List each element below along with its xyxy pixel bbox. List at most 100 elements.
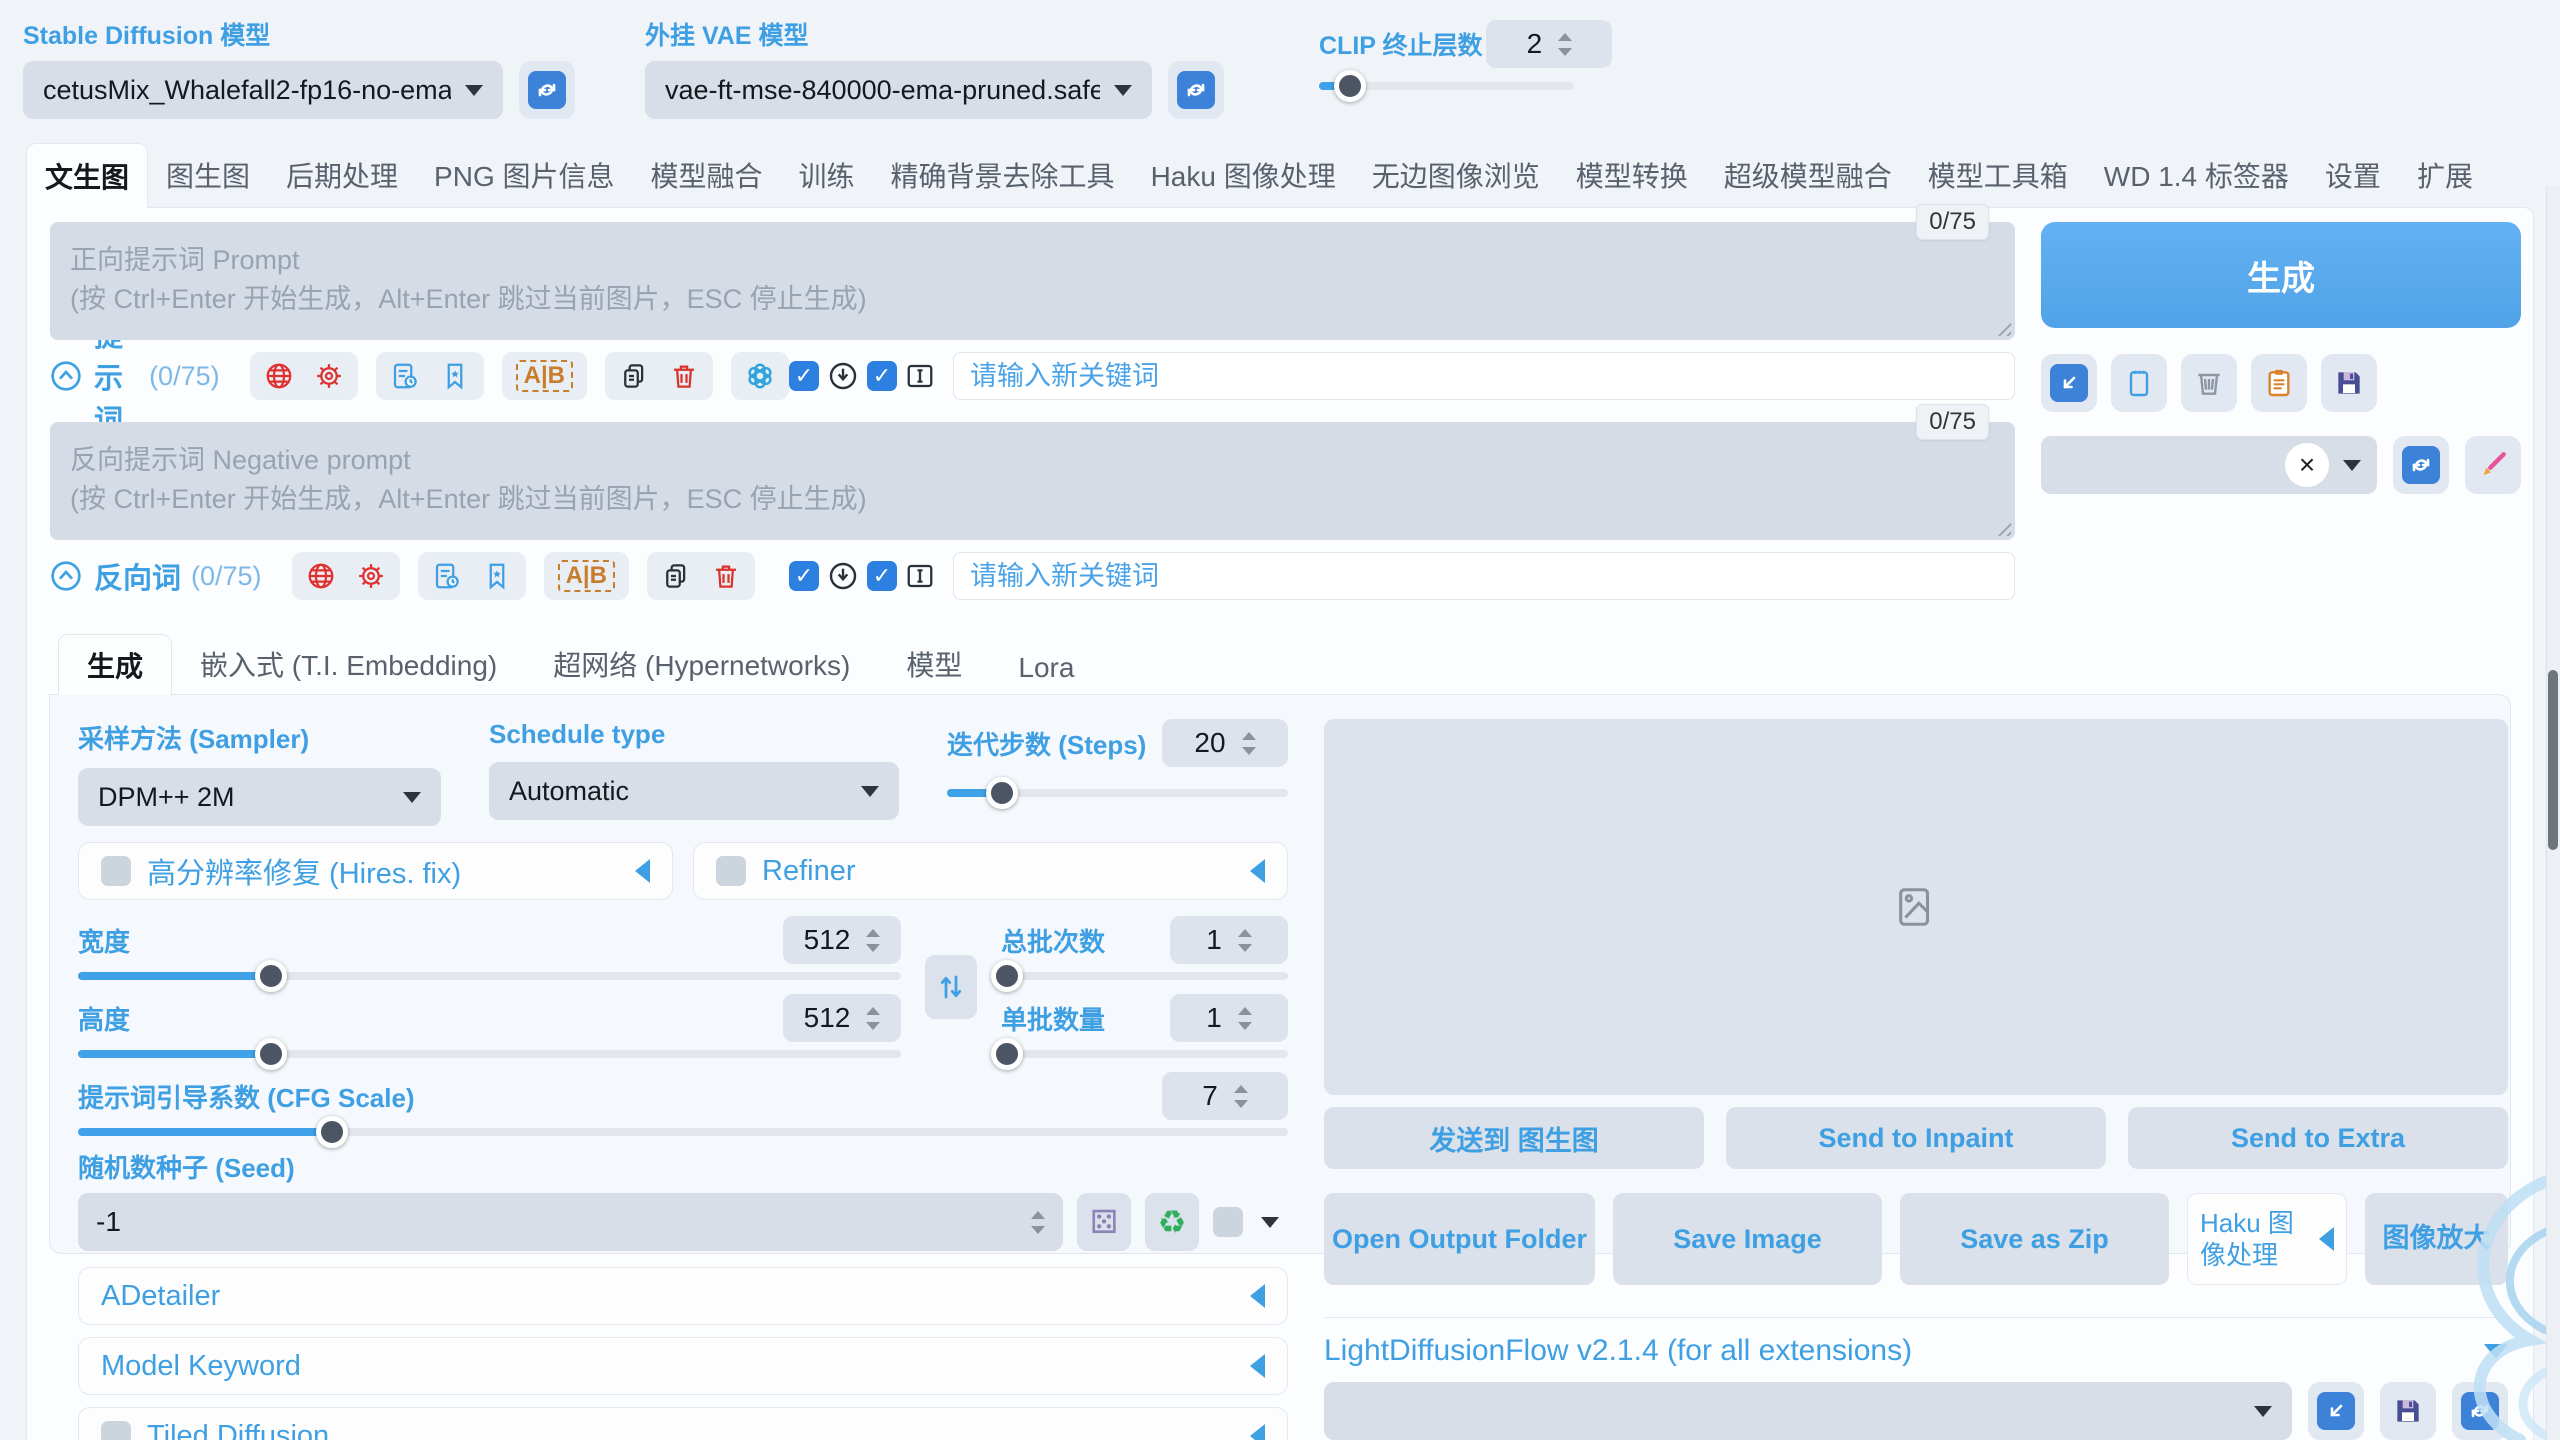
swap-dimensions-button[interactable]: [925, 955, 977, 1019]
globe-icon[interactable]: [306, 561, 336, 591]
text-cursor-icon[interactable]: [905, 561, 935, 591]
copy-icon[interactable]: [619, 361, 649, 391]
slider-thumb[interactable]: [991, 960, 1023, 992]
new-keyword-input[interactable]: [953, 552, 2015, 600]
spinner-icon[interactable]: [866, 1007, 880, 1030]
tab-super-merger[interactable]: 超级模型融合: [1706, 143, 1910, 207]
page-scrollbar[interactable]: [2546, 186, 2560, 1440]
slider-thumb[interactable]: [255, 1038, 287, 1070]
save-style-button[interactable]: [2321, 354, 2377, 412]
save-as-zip-button[interactable]: Save as Zip: [1900, 1193, 2169, 1285]
hires-fix-checkbox[interactable]: [101, 856, 131, 886]
generate-button[interactable]: 生成: [2041, 222, 2521, 328]
slider-thumb[interactable]: [991, 1038, 1023, 1070]
flow-dropdown[interactable]: [1324, 1382, 2292, 1440]
keyword-checkbox-2[interactable]: ✓: [867, 561, 897, 591]
reuse-seed-button[interactable]: ♻: [1145, 1193, 1199, 1251]
edit-styles-button[interactable]: [2465, 436, 2521, 494]
vae-refresh-button[interactable]: [1168, 61, 1224, 119]
send-to-img2img-button[interactable]: 发送到 图生图: [1324, 1107, 1704, 1169]
copy-icon[interactable]: [661, 561, 691, 591]
refiner-checkbox[interactable]: [716, 856, 746, 886]
height-input[interactable]: 512: [783, 994, 901, 1042]
trash-icon[interactable]: [669, 361, 699, 391]
tab-img2img[interactable]: 图生图: [148, 143, 268, 207]
haku-image-accordion[interactable]: Haku 图像处理: [2187, 1193, 2347, 1285]
adetailer-accordion[interactable]: ADetailer: [78, 1267, 1288, 1325]
tab-model-toolkit[interactable]: 模型工具箱: [1910, 143, 2086, 207]
styles-dropdown[interactable]: ×: [2041, 436, 2377, 494]
prompt-history-icon[interactable]: [432, 561, 462, 591]
batch-size-slider[interactable]: [1001, 1050, 1288, 1058]
text-cursor-icon[interactable]: [905, 361, 935, 391]
paste-button[interactable]: [2111, 354, 2167, 412]
open-output-folder-button[interactable]: Open Output Folder: [1324, 1193, 1595, 1285]
flow-load-button[interactable]: [2308, 1382, 2364, 1440]
new-keyword-input[interactable]: [953, 352, 2015, 400]
slider-thumb[interactable]: [986, 777, 1018, 809]
cfg-slider[interactable]: [78, 1128, 1288, 1136]
clear-prompt-button[interactable]: [2181, 354, 2237, 412]
tab-checkpoint-merger[interactable]: 模型融合: [633, 143, 781, 207]
sd-model-refresh-button[interactable]: [519, 61, 575, 119]
subtab-generation[interactable]: 生成: [58, 634, 172, 695]
spinner-icon[interactable]: [1238, 929, 1252, 952]
prompt-history-icon[interactable]: [390, 361, 420, 391]
schedule-dropdown[interactable]: Automatic: [489, 762, 899, 820]
slider-thumb[interactable]: [316, 1116, 348, 1148]
flow-save-button[interactable]: [2380, 1382, 2436, 1440]
cfg-input[interactable]: 7: [1162, 1072, 1288, 1120]
tab-model-converter[interactable]: 模型转换: [1558, 143, 1706, 207]
spinner-icon[interactable]: [1234, 1085, 1248, 1108]
ab-translate-icon[interactable]: A|B: [516, 360, 573, 392]
flow-refresh-button[interactable]: [2452, 1382, 2508, 1440]
globe-icon[interactable]: [264, 361, 294, 391]
tab-extras[interactable]: 后期处理: [268, 143, 416, 207]
seed-input[interactable]: -1: [78, 1193, 1063, 1251]
history-clock-icon[interactable]: [827, 360, 859, 392]
ab-translate-icon[interactable]: A|B: [558, 560, 615, 592]
lightdiffusionflow-header[interactable]: LightDiffusionFlow v2.1.4 (for all exten…: [1324, 1334, 2508, 1368]
keyword-checkbox-1[interactable]: ✓: [789, 561, 819, 591]
steps-input[interactable]: 20: [1162, 719, 1288, 767]
spinner-icon[interactable]: [1031, 1211, 1045, 1234]
send-to-extra-button[interactable]: Send to Extra: [2128, 1107, 2508, 1169]
model-keyword-accordion[interactable]: Model Keyword: [78, 1337, 1288, 1395]
batch-size-input[interactable]: 1: [1170, 994, 1288, 1042]
subtab-checkpoints[interactable]: 模型: [878, 634, 990, 694]
history-clock-icon[interactable]: [827, 560, 859, 592]
tab-infinite-browser[interactable]: 无边图像浏览: [1354, 143, 1558, 207]
styles-refresh-button[interactable]: [2393, 436, 2449, 494]
keyword-checkbox-2[interactable]: ✓: [867, 361, 897, 391]
spinner-icon[interactable]: [866, 929, 880, 952]
width-input[interactable]: 512: [783, 916, 901, 964]
scrollbar-thumb[interactable]: [2548, 670, 2558, 850]
result-gallery[interactable]: [1324, 719, 2508, 1095]
tab-rembg[interactable]: 精确背景去除工具: [873, 143, 1133, 207]
openai-icon[interactable]: [745, 361, 775, 391]
collapse-chevron-icon[interactable]: [50, 360, 82, 392]
clip-skip-input[interactable]: 2: [1486, 20, 1612, 68]
subtab-embeddings[interactable]: 嵌入式 (T.I. Embedding): [172, 634, 525, 694]
keyword-checkbox-1[interactable]: ✓: [789, 361, 819, 391]
send-to-inpaint-button[interactable]: Send to Inpaint: [1726, 1107, 2106, 1169]
clip-skip-slider[interactable]: [1319, 82, 1574, 90]
tiled-diffusion-checkbox[interactable]: [101, 1421, 131, 1440]
save-image-button[interactable]: Save Image: [1613, 1193, 1882, 1285]
tiled-diffusion-accordion[interactable]: Tiled Diffusion: [78, 1407, 1288, 1440]
collapse-chevron-icon[interactable]: [50, 560, 82, 592]
bookmark-icon[interactable]: [440, 361, 470, 391]
refiner-accordion[interactable]: Refiner: [693, 842, 1288, 900]
trash-icon[interactable]: [711, 561, 741, 591]
sampler-dropdown[interactable]: DPM++ 2M: [78, 768, 441, 826]
image-upscale-button[interactable]: 图像放大: [2365, 1193, 2508, 1285]
slider-thumb[interactable]: [255, 960, 287, 992]
prompt-textarea[interactable]: [50, 222, 2015, 340]
spinner-icon[interactable]: [1242, 732, 1256, 755]
tab-wd14-tagger[interactable]: WD 1.4 标签器: [2086, 143, 2307, 207]
sd-model-dropdown[interactable]: cetusMix_Whalefall2-fp16-no-ema.safetens…: [23, 61, 503, 119]
spinner-icon[interactable]: [1238, 1007, 1252, 1030]
random-seed-button[interactable]: ⚄: [1077, 1193, 1131, 1251]
width-slider[interactable]: [78, 972, 901, 980]
batch-count-input[interactable]: 1: [1170, 916, 1288, 964]
